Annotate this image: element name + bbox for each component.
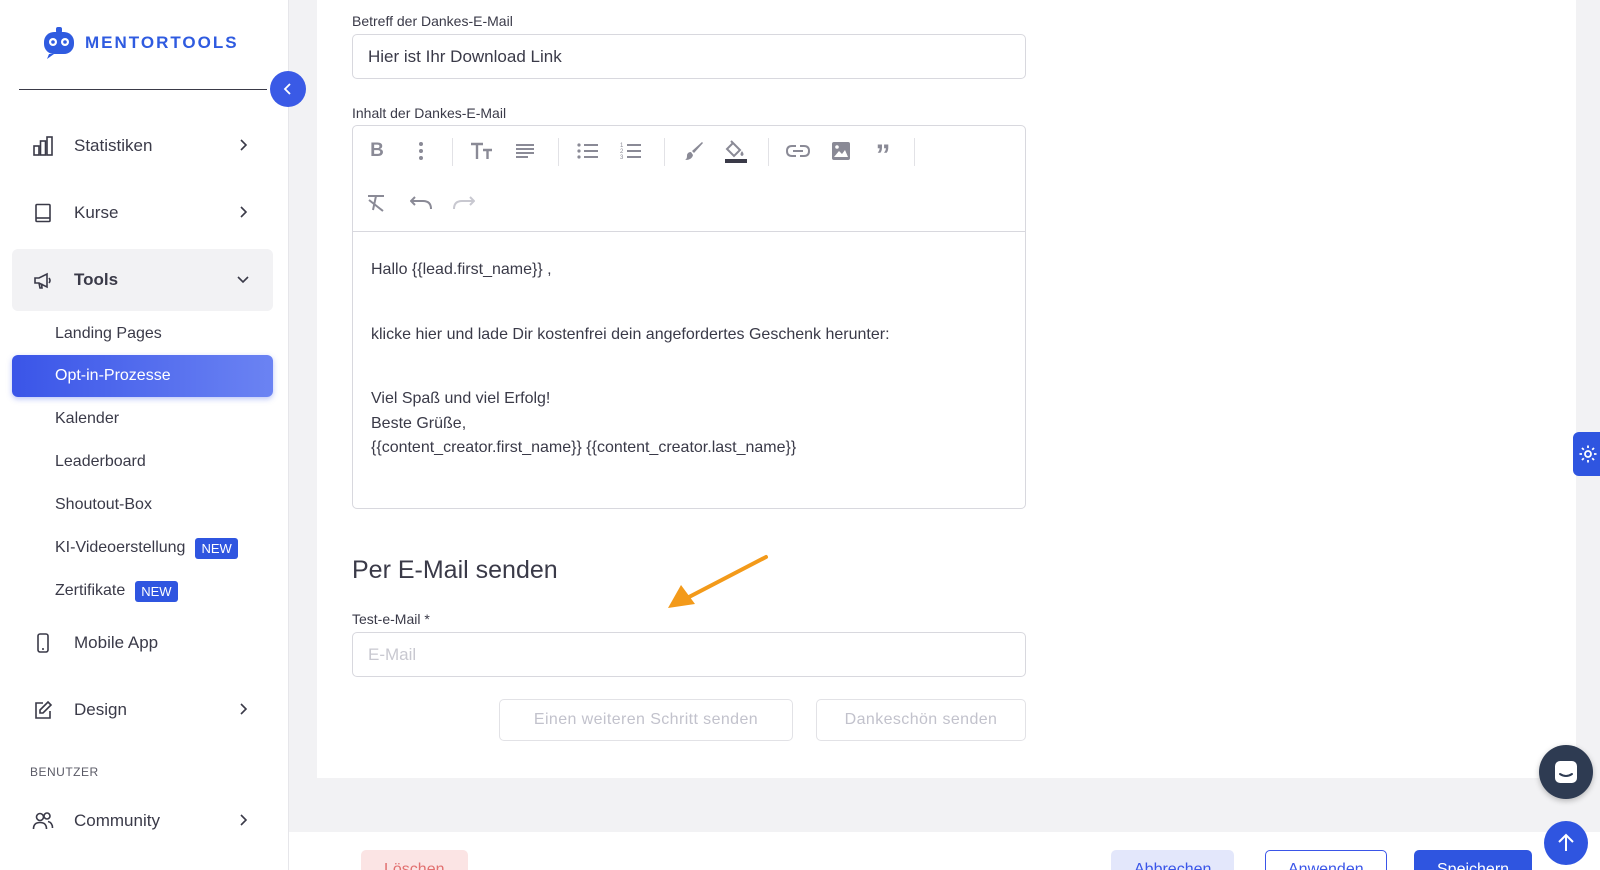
scroll-to-top-button[interactable]: [1544, 821, 1588, 865]
delete-button[interactable]: Löschen: [361, 850, 468, 870]
cancel-button[interactable]: Abbrechen: [1111, 850, 1235, 870]
test-email-input[interactable]: [352, 632, 1026, 677]
editor-line-closing1: Viel Spaß und viel Erfolg!: [371, 390, 551, 407]
test-email-label: Test-e-Mail *: [352, 611, 430, 627]
sidebar-item-mobile-app[interactable]: Mobile App: [12, 612, 273, 674]
sidebar-subitem-zertifikate[interactable]: Zertifikate NEW: [12, 570, 273, 612]
subject-input[interactable]: [352, 34, 1026, 79]
smartphone-icon: [32, 632, 54, 654]
send-thanks-button[interactable]: Dankeschön senden: [816, 699, 1026, 741]
subject-label: Betreff der Dankes-E-Mail: [352, 13, 513, 29]
sidebar-subitem-label: Zertifikate: [55, 582, 126, 599]
chevron-right-icon: [240, 139, 248, 151]
megaphone-icon: [32, 269, 54, 291]
text-size-icon[interactable]: [468, 137, 496, 165]
clear-format-icon[interactable]: [363, 189, 391, 217]
sidebar-item-tools[interactable]: Tools: [12, 249, 273, 311]
sidebar-item-community[interactable]: Community: [12, 790, 273, 852]
link-icon[interactable]: [784, 137, 812, 165]
users-icon: [32, 810, 54, 832]
chevron-right-icon: [240, 206, 248, 218]
sidebar-subitem-opt-in-prozesse[interactable]: Opt-in-Prozesse: [12, 355, 273, 397]
robot-logo-icon: [44, 27, 74, 59]
sidebar-subitem-ki-videoerstellung[interactable]: KI-Videoerstellung NEW: [12, 527, 273, 569]
gear-icon: [1579, 445, 1597, 463]
send-section-title: Per E-Mail senden: [352, 556, 558, 584]
sidebar-item-label: Community: [74, 811, 160, 830]
image-icon[interactable]: [827, 137, 855, 165]
sidebar-subitem-shoutout-box[interactable]: Shoutout-Box: [12, 484, 273, 526]
sidebar-subitem-leaderboard[interactable]: Leaderboard: [12, 441, 273, 483]
sidebar-item-design[interactable]: Design: [12, 679, 273, 741]
chat-button[interactable]: [1539, 745, 1593, 799]
sidebar-item-label: Tools: [74, 270, 119, 289]
book-icon: [32, 202, 54, 224]
sidebar: MENTORTOOLS Statistiken Kurse Tools Land…: [0, 0, 289, 870]
editor-line-greeting: Hallo {{lead.first_name}} ,: [371, 261, 552, 278]
settings-tab[interactable]: [1573, 432, 1600, 476]
undo-icon[interactable]: [407, 189, 435, 217]
arrow-up-icon: [1558, 833, 1574, 851]
logo[interactable]: MENTORTOOLS: [41, 26, 239, 60]
bar-chart-icon: [32, 135, 54, 157]
edit-icon: [32, 699, 54, 721]
collapse-sidebar-button[interactable]: [270, 71, 306, 107]
more-options-icon[interactable]: [407, 137, 435, 165]
sidebar-subitem-landing-pages[interactable]: Landing Pages: [12, 313, 273, 355]
quote-icon[interactable]: ”: [869, 137, 897, 171]
sidebar-subitem-label: KI-Videoerstellung: [55, 539, 186, 556]
rich-text-editor[interactable]: B 123 ” Hallo {{lead.first_name}} , klic…: [352, 125, 1026, 509]
editor-line-closing2: Beste Grüße,: [371, 414, 467, 432]
align-icon[interactable]: [511, 137, 539, 165]
new-badge: NEW: [195, 537, 238, 559]
bold-icon[interactable]: B: [363, 137, 391, 165]
section-label-benutzer: BENUTZER: [30, 765, 99, 779]
chevron-down-icon: [237, 276, 249, 284]
sidebar-subitem-label: Opt-in-Prozesse: [55, 367, 171, 384]
sidebar-item-statistiken[interactable]: Statistiken: [12, 115, 273, 177]
send-another-step-button[interactable]: Einen weiteren Schritt senden: [499, 699, 793, 741]
numbered-list-icon[interactable]: 123: [617, 137, 645, 165]
sidebar-subitem-label: Landing Pages: [55, 325, 162, 342]
editor-line-signature: {{content_creator.first_name}} {{content…: [371, 439, 797, 456]
chevron-right-icon: [240, 814, 248, 826]
sidebar-item-kurse[interactable]: Kurse: [12, 182, 273, 244]
sidebar-subitem-label: Shoutout-Box: [55, 496, 152, 513]
redo-icon[interactable]: [450, 189, 478, 217]
logo-divider: [19, 89, 267, 90]
save-button[interactable]: Speichern: [1414, 850, 1533, 870]
sidebar-item-label: Mobile App: [74, 633, 159, 652]
content-label: Inhalt der Dankes-E-Mail: [352, 105, 507, 121]
sidebar-item-label: Design: [74, 700, 127, 719]
apply-button[interactable]: Anwenden: [1265, 850, 1387, 870]
sidebar-subitem-label: Kalender: [55, 410, 120, 427]
chevron-left-icon: [283, 83, 291, 95]
sidebar-subitem-label: Leaderboard: [55, 453, 146, 470]
new-badge: NEW: [135, 580, 178, 602]
annotation-arrow-icon: [668, 555, 768, 608]
fill-color-icon[interactable]: [722, 137, 750, 165]
svg-text:3: 3: [620, 155, 624, 160]
chevron-right-icon: [240, 703, 248, 715]
editor-line-body: klicke hier und lade Dir kostenfrei dein…: [371, 325, 890, 343]
brand-name: MENTORTOOLS: [85, 33, 239, 52]
chat-icon: [1555, 761, 1577, 783]
brush-icon[interactable]: [680, 137, 708, 165]
sidebar-subitem-kalender[interactable]: Kalender: [12, 398, 273, 440]
editor-toolbar: B 123 ”: [353, 126, 1025, 232]
bullet-list-icon[interactable]: [574, 137, 602, 165]
editor-content[interactable]: Hallo {{lead.first_name}} , klicke hier …: [353, 232, 1025, 487]
sidebar-item-label: Kurse: [74, 203, 119, 222]
footer-bar: [289, 832, 1600, 870]
sidebar-item-label: Statistiken: [74, 136, 153, 155]
